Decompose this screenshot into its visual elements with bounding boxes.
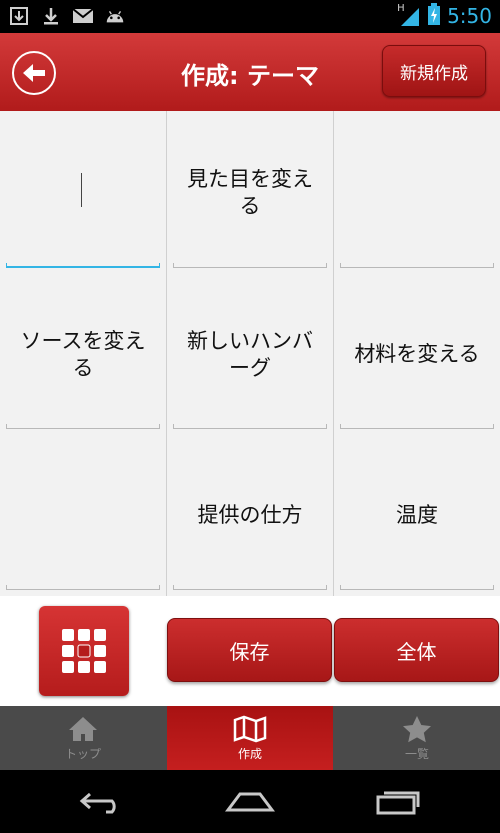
cell-label: 見た目を変える xyxy=(187,166,313,218)
grid-divider xyxy=(166,111,167,596)
grid-view-button[interactable] xyxy=(39,606,129,696)
action-bar: 作成: テーマ 新規作成 xyxy=(0,33,500,112)
input-underline xyxy=(340,424,494,429)
nav-home-button[interactable] xyxy=(220,784,280,820)
grid-cell-7[interactable] xyxy=(0,435,166,596)
grid-cell-2[interactable]: 見た目を変える xyxy=(167,111,333,274)
input-underline xyxy=(173,263,327,268)
tab-label: 一覧 xyxy=(404,746,429,761)
tab-label: 作成 xyxy=(237,746,262,761)
input-underline xyxy=(6,585,160,590)
grid-cell-5[interactable]: 新しいハンバーグ xyxy=(167,274,333,435)
text-cursor xyxy=(81,173,82,207)
grid-cell-6[interactable]: 材料を変える xyxy=(334,274,500,435)
download-icon xyxy=(40,5,62,27)
nav-back-button[interactable] xyxy=(72,784,132,820)
cell-label: 温度 xyxy=(396,503,438,527)
grid-cell-3[interactable] xyxy=(334,111,500,274)
home-icon xyxy=(69,716,97,741)
cell-label: ソースを変える xyxy=(20,328,146,380)
input-underline xyxy=(6,263,160,268)
system-nav-bar xyxy=(0,770,500,833)
android-icon xyxy=(104,5,126,27)
tab-top[interactable]: トップ xyxy=(0,706,166,770)
nav-recents-button[interactable] xyxy=(368,784,428,820)
signal-icon: H xyxy=(397,3,421,27)
tab-create[interactable]: 作成 xyxy=(167,706,333,770)
recents-icon xyxy=(376,791,420,815)
tab-bar: トップ 作成 一覧 xyxy=(0,706,500,770)
grid-cell-8[interactable]: 提供の仕方 xyxy=(167,435,333,596)
grid-cell-1[interactable] xyxy=(0,111,166,274)
input-underline xyxy=(173,585,327,590)
all-button[interactable]: 全体 xyxy=(334,618,499,682)
status-bar: H 5:50 xyxy=(0,0,500,33)
cell-label: 提供の仕方 xyxy=(197,503,303,527)
cell-label: 材料を変える xyxy=(354,342,480,366)
star-icon xyxy=(403,715,431,742)
grid-divider xyxy=(333,111,334,596)
home-nav-icon xyxy=(225,792,275,812)
input-underline xyxy=(6,424,160,429)
input-underline xyxy=(340,263,494,268)
notification-icons xyxy=(8,5,126,27)
map-icon xyxy=(233,715,267,742)
grid-cell-9[interactable]: 温度 xyxy=(334,435,500,596)
network-type: H xyxy=(397,3,405,14)
tab-list[interactable]: 一覧 xyxy=(334,706,500,770)
download-box-icon xyxy=(8,5,30,27)
save-button[interactable]: 保存 xyxy=(167,618,332,682)
input-underline xyxy=(340,585,494,590)
grid-cell-4[interactable]: ソースを変える xyxy=(0,274,166,435)
cell-label: 新しいハンバーグ xyxy=(187,328,313,380)
clock: 5:50 xyxy=(447,4,492,28)
tab-label: トップ xyxy=(64,746,101,761)
input-underline xyxy=(173,424,327,429)
gmail-icon xyxy=(72,5,94,27)
new-create-button[interactable]: 新規作成 xyxy=(382,45,486,97)
back-icon xyxy=(79,792,116,814)
system-indicators: H 5:50 xyxy=(397,3,492,29)
grid-icon xyxy=(62,629,106,673)
battery-charging-icon xyxy=(427,3,441,29)
